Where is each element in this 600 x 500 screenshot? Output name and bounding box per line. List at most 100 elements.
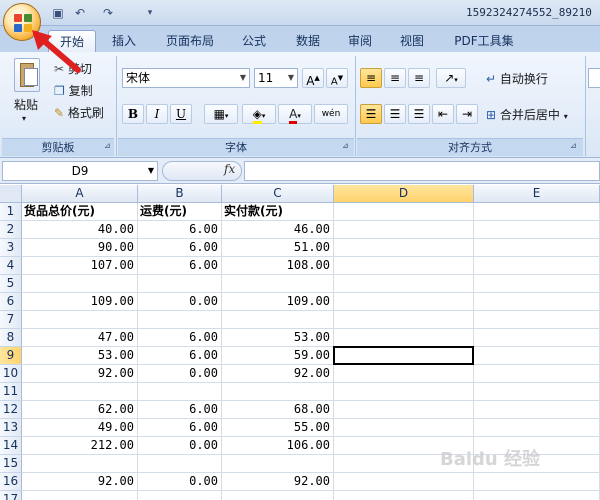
cell-a14[interactable]: 212.00 <box>22 437 138 455</box>
cell-a2[interactable]: 40.00 <box>22 221 138 239</box>
cell-e4[interactable] <box>474 257 600 275</box>
cell-a17[interactable] <box>22 491 138 500</box>
cell-b10[interactable]: 0.00 <box>138 365 222 383</box>
cell-e17[interactable] <box>474 491 600 500</box>
cell-e11[interactable] <box>474 383 600 401</box>
cell-b13[interactable]: 6.00 <box>138 419 222 437</box>
redo-icon[interactable]: ↷ <box>100 5 116 21</box>
cell-e13[interactable] <box>474 419 600 437</box>
cell-d8[interactable] <box>334 329 474 347</box>
tab-data[interactable]: 数据 <box>286 30 330 52</box>
cell-a12[interactable]: 62.00 <box>22 401 138 419</box>
cell-b7[interactable] <box>138 311 222 329</box>
cell-d4[interactable] <box>334 257 474 275</box>
cell-a5[interactable] <box>22 275 138 293</box>
save-icon[interactable]: ▣ <box>50 5 66 21</box>
underline-button[interactable]: U <box>170 104 192 124</box>
name-box[interactable]: D9 ▼ <box>2 161 158 181</box>
column-header-b[interactable]: B <box>138 185 222 203</box>
cell-a11[interactable] <box>22 383 138 401</box>
row-header-11[interactable]: 11 <box>0 383 22 401</box>
row-header-14[interactable]: 14 <box>0 437 22 455</box>
formula-input[interactable] <box>244 161 600 181</box>
clipboard-launcher-icon[interactable]: ⊿ <box>104 141 114 151</box>
cell-c4[interactable]: 108.00 <box>222 257 334 275</box>
cell-d11[interactable] <box>334 383 474 401</box>
column-header-c[interactable]: C <box>222 185 334 203</box>
cell-d7[interactable] <box>334 311 474 329</box>
cell-b1[interactable]: 运费(元) <box>138 203 222 221</box>
phonetic-button[interactable]: wén <box>314 104 348 124</box>
cell-a6[interactable]: 109.00 <box>22 293 138 311</box>
cell-c1[interactable]: 实付款(元) <box>222 203 334 221</box>
font-name-select[interactable]: 宋体 ▼ <box>122 68 250 88</box>
cell-e3[interactable] <box>474 239 600 257</box>
cell-c10[interactable]: 92.00 <box>222 365 334 383</box>
cell-a10[interactable]: 92.00 <box>22 365 138 383</box>
select-all-corner[interactable] <box>0 185 22 203</box>
cell-a7[interactable] <box>22 311 138 329</box>
row-header-5[interactable]: 5 <box>0 275 22 293</box>
cell-b5[interactable] <box>138 275 222 293</box>
font-size-select[interactable]: 11 ▼ <box>254 68 298 88</box>
customize-toolbar-icon[interactable]: ▾ <box>142 5 158 21</box>
cell-c12[interactable]: 68.00 <box>222 401 334 419</box>
cell-d3[interactable] <box>334 239 474 257</box>
cell-a8[interactable]: 47.00 <box>22 329 138 347</box>
row-header-8[interactable]: 8 <box>0 329 22 347</box>
cell-e10[interactable] <box>474 365 600 383</box>
grow-font-button[interactable]: A▲ <box>302 68 324 88</box>
row-header-10[interactable]: 10 <box>0 365 22 383</box>
cell-e5[interactable] <box>474 275 600 293</box>
cell-c3[interactable]: 51.00 <box>222 239 334 257</box>
cell-e1[interactable] <box>474 203 600 221</box>
column-header-e[interactable]: E <box>474 185 600 203</box>
tab-page-layout[interactable]: 页面布局 <box>156 30 224 52</box>
shrink-font-button[interactable]: A▼ <box>326 68 348 88</box>
cell-c15[interactable] <box>222 455 334 473</box>
cell-a1[interactable]: 货品总价(元) <box>22 203 138 221</box>
row-header-17[interactable]: 17 <box>0 491 22 500</box>
cell-b16[interactable]: 0.00 <box>138 473 222 491</box>
cell-a4[interactable]: 107.00 <box>22 257 138 275</box>
cell-b12[interactable]: 6.00 <box>138 401 222 419</box>
cell-e8[interactable] <box>474 329 600 347</box>
cell-d5[interactable] <box>334 275 474 293</box>
border-button[interactable]: ▦▾ <box>204 104 238 124</box>
row-header-13[interactable]: 13 <box>0 419 22 437</box>
row-header-9[interactable]: 9 <box>0 347 22 365</box>
cell-c16[interactable]: 92.00 <box>222 473 334 491</box>
cell-b2[interactable]: 6.00 <box>138 221 222 239</box>
middle-align-button[interactable]: ≡ <box>384 68 406 88</box>
cell-d17[interactable] <box>334 491 474 500</box>
cell-e7[interactable] <box>474 311 600 329</box>
row-header-4[interactable]: 4 <box>0 257 22 275</box>
column-header-d[interactable]: D <box>334 185 474 203</box>
bottom-align-button[interactable]: ≡ <box>408 68 430 88</box>
cell-e9[interactable] <box>474 347 600 365</box>
cell-a13[interactable]: 49.00 <box>22 419 138 437</box>
cell-b17[interactable] <box>138 491 222 500</box>
column-header-a[interactable]: A <box>22 185 138 203</box>
cell-a3[interactable]: 90.00 <box>22 239 138 257</box>
font-launcher-icon[interactable]: ⊿ <box>342 141 352 151</box>
tab-pdf-tools[interactable]: PDF工具集 <box>446 30 522 52</box>
insert-function-icon[interactable]: fx <box>224 162 235 176</box>
cell-d16[interactable] <box>334 473 474 491</box>
cell-a9[interactable]: 53.00 <box>22 347 138 365</box>
cell-b11[interactable] <box>138 383 222 401</box>
cell-c5[interactable] <box>222 275 334 293</box>
cell-d2[interactable] <box>334 221 474 239</box>
cell-d10[interactable] <box>334 365 474 383</box>
cell-c9[interactable]: 59.00 <box>222 347 334 365</box>
cell-c17[interactable] <box>222 491 334 500</box>
cell-e2[interactable] <box>474 221 600 239</box>
row-header-15[interactable]: 15 <box>0 455 22 473</box>
tab-review[interactable]: 审阅 <box>338 30 382 52</box>
cell-d12[interactable] <box>334 401 474 419</box>
row-header-2[interactable]: 2 <box>0 221 22 239</box>
align-left-button[interactable]: ☰ <box>360 104 382 124</box>
undo-icon[interactable]: ↶ <box>72 5 88 21</box>
font-color-button[interactable]: A▾ <box>278 104 312 124</box>
cell-d13[interactable] <box>334 419 474 437</box>
